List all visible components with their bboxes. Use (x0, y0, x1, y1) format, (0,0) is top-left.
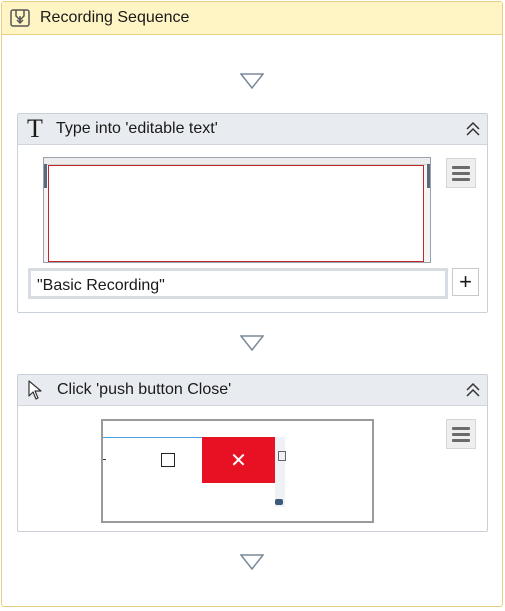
collapse-chevron-icon[interactable] (463, 119, 483, 139)
click-activity-header[interactable]: Click 'push button Close' (18, 375, 487, 406)
sequence-title: Recording Sequence (40, 9, 190, 26)
thumbnail-title-line (103, 437, 205, 438)
editable-text-region (48, 165, 424, 262)
thumbnail-menubar (44, 158, 430, 165)
add-value-button[interactable]: + (452, 268, 479, 296)
hamburger-bar (452, 426, 470, 430)
hamburger-bar (452, 438, 470, 442)
type-into-activity-title: Type into 'editable text' (56, 120, 218, 137)
cursor-pointer-icon (24, 380, 46, 400)
thumbnail-right-edge (275, 437, 285, 507)
collapse-chevron-icon[interactable] (463, 380, 483, 400)
activity-menu-button[interactable] (446, 158, 476, 188)
recording-sequence-container[interactable]: Recording Sequence T Type into 'editable… (1, 1, 503, 607)
type-into-activity[interactable]: T Type into 'editable text' + (17, 113, 488, 313)
close-x-icon: ✕ (230, 449, 247, 472)
type-into-activity-header[interactable]: T Type into 'editable text' (18, 114, 487, 145)
click-activity-title: Click 'push button Close' (57, 381, 232, 398)
text-value-input[interactable] (31, 271, 445, 296)
hamburger-bar (452, 177, 470, 181)
hamburger-bar (452, 171, 470, 175)
close-button-red: ✕ (202, 437, 275, 483)
hamburger-bar (452, 432, 470, 436)
drop-target-arrow-icon[interactable] (240, 554, 264, 570)
maximize-square-icon (161, 453, 175, 467)
sequence-icon (7, 5, 33, 31)
drop-target-arrow-icon[interactable] (240, 335, 264, 351)
target-screenshot-thumbnail (43, 157, 431, 263)
thumbnail-left-gutter (44, 164, 47, 188)
thumbnail-copy-icon (278, 451, 286, 461)
hamburger-bar (452, 165, 470, 169)
text-value-field[interactable] (28, 268, 448, 299)
sequence-header[interactable]: Recording Sequence (2, 2, 502, 35)
thumbnail-blue-mark (275, 499, 283, 505)
drop-target-arrow-icon[interactable] (240, 73, 264, 89)
thumbnail-dash (103, 459, 106, 460)
click-target-thumbnail: ✕ (101, 419, 374, 523)
thumbnail-right-gutter (427, 164, 430, 188)
text-type-icon: T (27, 114, 43, 143)
click-activity[interactable]: Click 'push button Close' ✕ (17, 374, 488, 532)
activity-menu-button[interactable] (446, 419, 476, 449)
